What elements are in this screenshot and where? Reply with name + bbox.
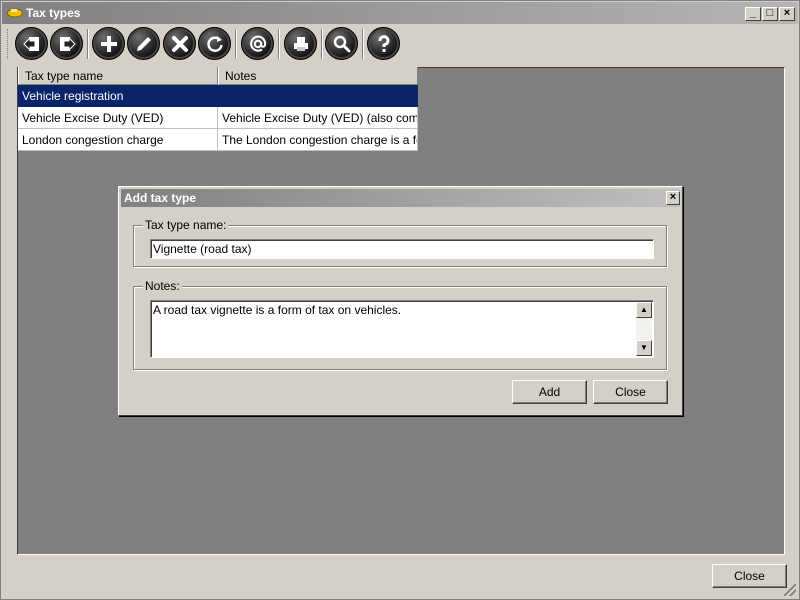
column-header-notes[interactable]: Notes — [218, 67, 418, 85]
edit-button[interactable] — [127, 27, 160, 60]
delete-button[interactable] — [163, 27, 196, 60]
cell-notes: The London congestion charge is a fe... — [218, 129, 418, 151]
tax-type-name-label: Tax type name: — [143, 218, 229, 232]
cell-tax-type-name: London congestion charge — [18, 129, 218, 151]
notes-group: Notes: A road tax vignette is a form of … — [133, 279, 667, 370]
maximize-button[interactable]: □ — [762, 7, 778, 21]
car-app-icon — [7, 8, 23, 18]
window-title: Tax types — [26, 6, 81, 20]
toolbar-separator — [362, 29, 364, 59]
table-row[interactable]: Vehicle Excise Duty (VED) Vehicle Excise… — [18, 107, 418, 129]
email-button[interactable] — [241, 27, 274, 60]
minimize-button[interactable]: _ — [745, 7, 761, 21]
help-button[interactable] — [367, 27, 400, 60]
cell-tax-type-name: Vehicle registration — [18, 85, 218, 107]
print-button[interactable] — [284, 27, 317, 60]
tax-type-name-input[interactable]: Vignette (road tax) — [150, 239, 654, 259]
column-header-tax-type-name[interactable]: Tax type name — [18, 67, 218, 85]
dialog-close-icon[interactable]: × — [666, 191, 680, 205]
notes-scrollbar[interactable]: ▲ ▼ — [636, 302, 652, 356]
add-tax-type-dialog: Add tax type × Tax type name: Vignette (… — [118, 186, 683, 416]
exit-door-icon — [60, 36, 76, 52]
toolbar-separator — [235, 29, 237, 59]
toolbar-grip[interactable] — [7, 29, 10, 59]
dialog-close-button[interactable]: Close — [593, 380, 668, 404]
toolbar-separator — [87, 29, 89, 59]
window-close-button[interactable]: × — [779, 7, 795, 21]
add-button[interactable] — [92, 27, 125, 60]
add-button[interactable]: Add — [512, 380, 587, 404]
tax-types-grid[interactable]: Tax type name Notes Vehicle registration… — [18, 67, 418, 151]
notes-text: A road tax vignette is a form of tax on … — [153, 303, 402, 317]
question-icon — [378, 35, 390, 52]
cross-icon — [172, 36, 188, 52]
at-sign-icon — [250, 35, 267, 52]
printer-icon — [294, 37, 308, 51]
dialog-title-bar[interactable]: Add tax type × — [121, 189, 680, 207]
grid-header: Tax type name Notes — [18, 67, 418, 85]
scroll-down-arrow-icon[interactable]: ▼ — [636, 340, 652, 356]
table-row[interactable]: London congestion charge The London cong… — [18, 129, 418, 151]
notes-textarea[interactable]: A road tax vignette is a form of tax on … — [150, 300, 654, 358]
toolbar-separator — [321, 29, 323, 59]
magnifier-icon — [333, 35, 351, 53]
plus-icon — [101, 36, 117, 52]
toolbar — [5, 25, 797, 63]
refresh-icon — [207, 36, 223, 52]
title-bar[interactable]: Tax types _ □ × — [2, 2, 798, 24]
toolbar-separator — [278, 29, 280, 59]
tax-type-name-group: Tax type name: Vignette (road tax) — [133, 218, 667, 267]
tax-types-window: Tax types _ □ × Tax type name Notes Vehi… — [0, 0, 800, 600]
cell-tax-type-name: Vehicle Excise Duty (VED) — [18, 107, 218, 129]
cell-notes — [218, 85, 418, 107]
close-button[interactable]: Close — [712, 564, 787, 588]
back-button[interactable] — [15, 27, 48, 60]
cell-notes: Vehicle Excise Duty (VED) (also comm... — [218, 107, 418, 129]
refresh-button[interactable] — [198, 27, 231, 60]
back-arrow-icon — [23, 36, 39, 52]
exit-button[interactable] — [50, 27, 83, 60]
pencil-icon — [137, 37, 151, 51]
table-row[interactable]: Vehicle registration — [18, 85, 418, 107]
resize-grip[interactable] — [784, 584, 796, 596]
search-button[interactable] — [325, 27, 358, 60]
dialog-title: Add tax type — [124, 191, 197, 205]
scroll-up-arrow-icon[interactable]: ▲ — [636, 302, 652, 318]
notes-label: Notes: — [143, 279, 182, 293]
